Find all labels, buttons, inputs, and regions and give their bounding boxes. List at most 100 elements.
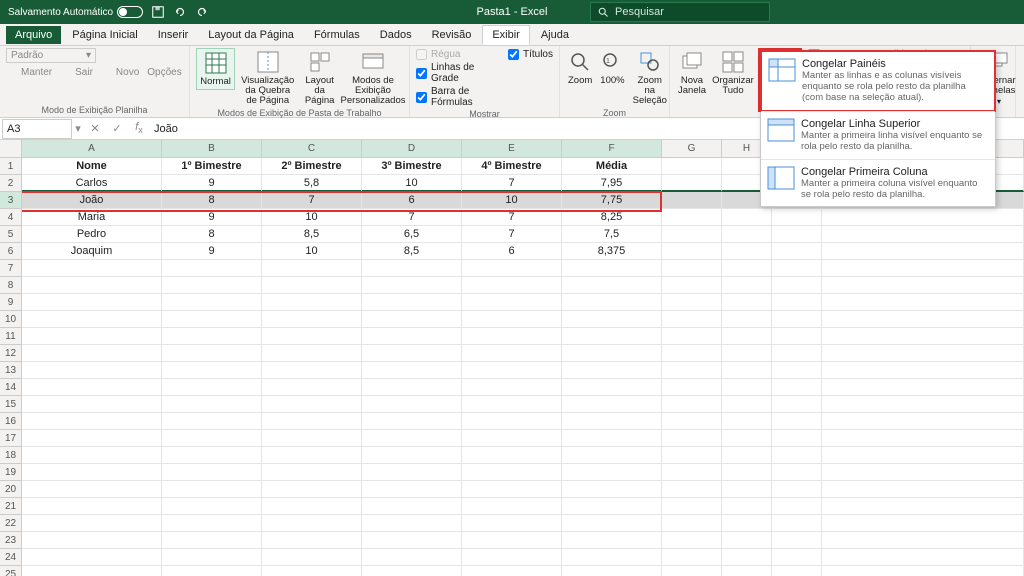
cell[interactable]	[22, 379, 162, 396]
cell[interactable]	[662, 226, 722, 243]
cell[interactable]	[362, 549, 462, 566]
cell[interactable]	[772, 226, 822, 243]
cell[interactable]	[162, 413, 262, 430]
cell[interactable]: 4º Bimestre	[462, 158, 562, 175]
cell[interactable]	[662, 549, 722, 566]
row-header-22[interactable]: 22	[0, 515, 22, 532]
cell[interactable]: 10	[262, 209, 362, 226]
cell[interactable]	[162, 260, 262, 277]
col-header-A[interactable]: A	[22, 140, 162, 158]
row-header-4[interactable]: 4	[0, 209, 22, 226]
row-header-8[interactable]: 8	[0, 277, 22, 294]
cell[interactable]: 2º Bimestre	[262, 158, 362, 175]
cell[interactable]	[162, 379, 262, 396]
cell[interactable]	[262, 345, 362, 362]
cell[interactable]	[662, 243, 722, 260]
cell[interactable]	[722, 362, 772, 379]
cell[interactable]	[722, 515, 772, 532]
cell[interactable]	[262, 498, 362, 515]
cell[interactable]	[362, 294, 462, 311]
row-header-12[interactable]: 12	[0, 345, 22, 362]
cell[interactable]	[262, 311, 362, 328]
cell[interactable]	[22, 345, 162, 362]
cell[interactable]	[562, 430, 662, 447]
cell[interactable]	[162, 294, 262, 311]
cell[interactable]	[562, 294, 662, 311]
cell[interactable]	[772, 566, 822, 576]
cell[interactable]: Nome	[22, 158, 162, 175]
cell[interactable]: 7,95	[562, 175, 662, 192]
custom-views-button[interactable]: Modos de Exibição Personalizados	[343, 48, 403, 108]
row-header-14[interactable]: 14	[0, 379, 22, 396]
cell[interactable]	[262, 481, 362, 498]
cell[interactable]	[662, 362, 722, 379]
cell[interactable]: 7,75	[562, 192, 662, 209]
cell[interactable]	[262, 260, 362, 277]
cell[interactable]	[722, 464, 772, 481]
cell[interactable]	[562, 345, 662, 362]
cell[interactable]	[162, 498, 262, 515]
cell[interactable]	[662, 464, 722, 481]
cell[interactable]	[22, 481, 162, 498]
namebox-dropdown-icon[interactable]: ▾	[72, 122, 84, 135]
row-header-21[interactable]: 21	[0, 498, 22, 515]
cell[interactable]	[662, 430, 722, 447]
cell[interactable]	[772, 447, 822, 464]
fx-icon[interactable]: fx	[132, 121, 146, 135]
row-header-13[interactable]: 13	[0, 362, 22, 379]
cell[interactable]	[662, 209, 722, 226]
cell[interactable]	[162, 277, 262, 294]
cell[interactable]	[462, 379, 562, 396]
freeze-panes-option[interactable]: Congelar PainéisManter as linhas e as co…	[760, 50, 996, 112]
cell[interactable]	[562, 260, 662, 277]
row-header-11[interactable]: 11	[0, 328, 22, 345]
cell[interactable]	[462, 481, 562, 498]
col-header-G[interactable]: G	[662, 140, 722, 158]
cell[interactable]: 8	[162, 192, 262, 209]
cell[interactable]	[562, 481, 662, 498]
cell[interactable]	[562, 311, 662, 328]
cell[interactable]	[362, 277, 462, 294]
cell[interactable]: 10	[362, 175, 462, 192]
cell[interactable]: 7	[462, 226, 562, 243]
tab-view[interactable]: Exibir	[482, 25, 530, 45]
cell[interactable]	[722, 566, 772, 576]
zoom-selection-button[interactable]: Zoom na Seleção	[631, 48, 669, 108]
row-header-19[interactable]: 19	[0, 464, 22, 481]
cell[interactable]	[162, 396, 262, 413]
cell[interactable]	[562, 532, 662, 549]
cell[interactable]: João	[22, 192, 162, 209]
cell[interactable]	[562, 464, 662, 481]
cell[interactable]	[722, 277, 772, 294]
row-header-16[interactable]: 16	[0, 413, 22, 430]
cell[interactable]	[772, 362, 822, 379]
row-header-23[interactable]: 23	[0, 532, 22, 549]
zoom-button[interactable]: Zoom	[566, 48, 594, 88]
cell[interactable]	[22, 277, 162, 294]
cell[interactable]	[772, 413, 822, 430]
tab-help[interactable]: Ajuda	[532, 26, 578, 44]
cell[interactable]: 7	[462, 175, 562, 192]
cell[interactable]	[462, 396, 562, 413]
cell[interactable]	[462, 345, 562, 362]
cell[interactable]	[162, 532, 262, 549]
cell[interactable]	[662, 413, 722, 430]
cell[interactable]: 8	[162, 226, 262, 243]
cell[interactable]	[362, 260, 462, 277]
cell[interactable]	[22, 464, 162, 481]
cell[interactable]: Média	[562, 158, 662, 175]
cell[interactable]	[462, 430, 562, 447]
cell[interactable]: 7	[362, 209, 462, 226]
formulabar-checkbox[interactable]: Barra de Fórmulas	[416, 85, 498, 109]
cell[interactable]	[162, 328, 262, 345]
cell[interactable]	[772, 515, 822, 532]
cell[interactable]	[562, 328, 662, 345]
cell[interactable]	[362, 447, 462, 464]
cell[interactable]	[662, 515, 722, 532]
row-header-1[interactable]: 1	[0, 158, 22, 175]
tab-home[interactable]: Página Inicial	[63, 26, 146, 44]
row-header-9[interactable]: 9	[0, 294, 22, 311]
normal-view-button[interactable]: Normal	[196, 48, 235, 90]
cell[interactable]	[22, 566, 162, 576]
cell[interactable]	[562, 396, 662, 413]
